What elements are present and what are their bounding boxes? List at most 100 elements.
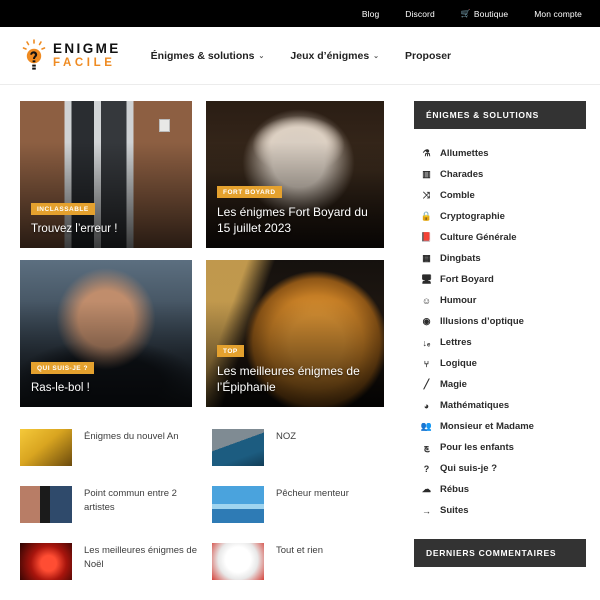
sidebar-item-mathematiques[interactable]: ◕ Mathématiques [414, 395, 586, 416]
smiley-icon: ☺ [421, 295, 432, 306]
chevron-down-icon: ⌄ [373, 52, 380, 60]
list-item-title: NOZ [276, 431, 297, 442]
sidebar-item-label: Monsieur et Madame [440, 421, 534, 432]
sidebar-item-label: Fort Boyard [440, 274, 494, 285]
topbar-link-boutique-label: Boutique [473, 8, 509, 19]
sidebar-item-dingbats[interactable]: ▦ Dingbats [414, 248, 586, 269]
topbar-link-mon-compte-label: Mon compte [534, 8, 582, 19]
nav-item-enigmes-solutions-label: Énigmes & solutions [150, 49, 255, 62]
topbar-link-mon-compte[interactable]: Mon compte [534, 9, 582, 19]
list-item-title: Pêcheur menteur [276, 488, 349, 499]
status-badge[interactable]: TOP [217, 345, 244, 358]
sidebar-item-label: Suites [440, 505, 469, 516]
list-item[interactable]: Pêcheur menteur [212, 486, 398, 523]
status-badge[interactable]: QUI SUIS-JE ? [31, 361, 94, 374]
sidebar-item-label: Humour [440, 295, 477, 306]
topbar-link-discord-label: Discord [405, 8, 435, 19]
sidebar-item-cryptographie[interactable]: 🔒 Cryptographie [414, 206, 586, 227]
sidebar-item-fort-boyard[interactable]: 🖥 Fort Boyard [414, 269, 586, 290]
sidebar-item-pour-les-enfants[interactable]: ڇ Pour les enfants [414, 437, 586, 458]
topbar-link-boutique[interactable]: 🛒 Boutique [461, 9, 508, 19]
sidebar-item-suites[interactable]: → Suites [414, 500, 586, 521]
card-meta: INCLASSABLE Trouvez l’erreur ! [31, 198, 182, 237]
sidebar-item-illusions-d-optique[interactable]: ◉ Illusions d’optique [414, 311, 586, 332]
article-list: Énigmes du nouvel An NOZ Point commun en… [20, 429, 398, 580]
sidebar-item-label: Magie [440, 379, 467, 390]
card-trouvez-l-erreur[interactable]: INCLASSABLE Trouvez l’erreur ! [20, 101, 192, 248]
cart-icon: 🛒 [460, 9, 471, 18]
sidebar-item-lettres[interactable]: ↓ₑ Lettres [414, 332, 586, 353]
chevron-down-icon: ⌄ [258, 52, 265, 60]
card-meta: FORT BOYARD Les énigmes Fort Boyard du 1… [217, 181, 374, 237]
sidebar-item-logique[interactable]: ⑂ Logique [414, 353, 586, 374]
sidebar-item-allumettes[interactable]: ⚗ Allumettes [414, 143, 586, 164]
sidebar-item-magie[interactable]: ╱ Magie [414, 374, 586, 395]
sidebar-item-label: Allumettes [440, 148, 489, 159]
list-item-thumbnail [212, 543, 264, 580]
status-badge[interactable]: INCLASSABLE [31, 202, 95, 215]
list-item-thumbnail [20, 543, 72, 580]
site-header: ENIGME FACILE Énigmes & solutions ⌄ Jeux… [0, 27, 600, 84]
nav-item-jeux-enigmes-label: Jeux d’énigmes [290, 49, 370, 62]
top-utility-bar: Blog Discord 🛒 Boutique Mon compte [0, 0, 600, 27]
nav-item-proposer[interactable]: Proposer [405, 50, 451, 62]
list-item-title: Les meilleures énigmes de Noël [84, 545, 198, 571]
topbar-link-blog[interactable]: Blog [362, 9, 379, 19]
list-item[interactable]: Tout et rien [212, 543, 398, 580]
cloud-icon: ☁ [422, 484, 431, 494]
match-icon: ⚗ [422, 148, 431, 158]
tv-icon: 🖥 [420, 274, 433, 284]
sidebar-item-charades[interactable]: ▥ Charades [414, 164, 586, 185]
sidebar: ÉNIGMES & SOLUTIONS ⚗ Allumettes ▥ Chara… [414, 101, 586, 580]
card-meta: QUI SUIS-JE ? Ras-le-bol ! [31, 357, 182, 396]
list-item[interactable]: Point commun entre 2 artistes [20, 486, 206, 523]
lock-icon: 🔒 [420, 211, 433, 221]
status-badge[interactable]: FORT BOYARD [217, 186, 282, 199]
eye-icon: ◉ [422, 316, 431, 326]
topbar-link-discord[interactable]: Discord [405, 9, 435, 19]
logo-line-facile: FACILE [53, 57, 116, 69]
main-content: INCLASSABLE Trouvez l’erreur ! FORT BOYA… [20, 101, 398, 580]
sidebar-item-culture-generale[interactable]: 📕 Culture Générale [414, 227, 586, 248]
list-item-thumbnail [212, 486, 264, 523]
sidebar-comments-title: DERNIERS COMMENTAIRES [414, 539, 586, 567]
list-item-thumbnail [212, 429, 264, 466]
list-item[interactable]: Énigmes du nouvel An [20, 429, 206, 466]
site-logo[interactable]: ENIGME FACILE [22, 38, 121, 73]
puzzle-icon: ⑂ [423, 358, 430, 369]
sidebar-item-label: Comble [440, 190, 475, 201]
list-item[interactable]: NOZ [212, 429, 398, 466]
sidebar-widget-title: ÉNIGMES & SOLUTIONS [414, 101, 586, 129]
card-meta: TOP Les meilleures énigmes de l’Épiphani… [217, 340, 374, 396]
columns-icon: ▥ [422, 169, 431, 179]
sidebar-item-label: Qui suis-je ? [440, 463, 498, 474]
wand-icon: ╱ [423, 379, 430, 389]
logo-line-enigme: ENIGME [53, 40, 121, 56]
list-item-thumbnail [20, 429, 72, 466]
card-epiphanie[interactable]: TOP Les meilleures énigmes de l’Épiphani… [206, 260, 384, 407]
question-icon: ? [423, 463, 430, 474]
child-icon: ڇ [423, 442, 430, 452]
sidebar-item-label: Cryptographie [440, 211, 505, 222]
sidebar-item-label: Culture Générale [440, 232, 517, 243]
card-fort-boyard[interactable]: FORT BOYARD Les énigmes Fort Boyard du 1… [206, 101, 384, 248]
list-item[interactable]: Les meilleures énigmes de Noël [20, 543, 206, 580]
sidebar-item-qui-suis-je[interactable]: ? Qui suis-je ? [414, 458, 586, 479]
nav-item-proposer-label: Proposer [405, 49, 452, 62]
sidebar-item-humour[interactable]: ☺ Humour [414, 290, 586, 311]
nav-item-jeux-enigmes[interactable]: Jeux d’énigmes ⌄ [290, 50, 379, 62]
sidebar-item-monsieur-et-madame[interactable]: 👥 Monsieur et Madame [414, 416, 586, 437]
sidebar-item-rebus[interactable]: ☁ Rébus [414, 479, 586, 500]
card-title: Ras-le-bol ! [31, 381, 90, 394]
nav-item-enigmes-solutions[interactable]: Énigmes & solutions ⌄ [151, 50, 265, 62]
sidebar-item-label: Pour les enfants [440, 442, 514, 453]
card-ras-le-bol[interactable]: QUI SUIS-JE ? Ras-le-bol ! [20, 260, 192, 407]
sidebar-item-comble[interactable]: ⤨ Comble [414, 185, 586, 206]
logo-wordmark: ENIGME FACILE [53, 40, 121, 70]
people-icon: 👥 [420, 421, 433, 431]
list-item-title: Tout et rien [276, 545, 323, 556]
arrow-right-icon: → [422, 505, 431, 516]
sort-alpha-icon: ↓ₑ [422, 337, 431, 348]
card-title: Les énigmes Fort Boyard du 15 juillet 20… [217, 205, 368, 236]
pie-chart-icon: ◕ [423, 400, 430, 411]
